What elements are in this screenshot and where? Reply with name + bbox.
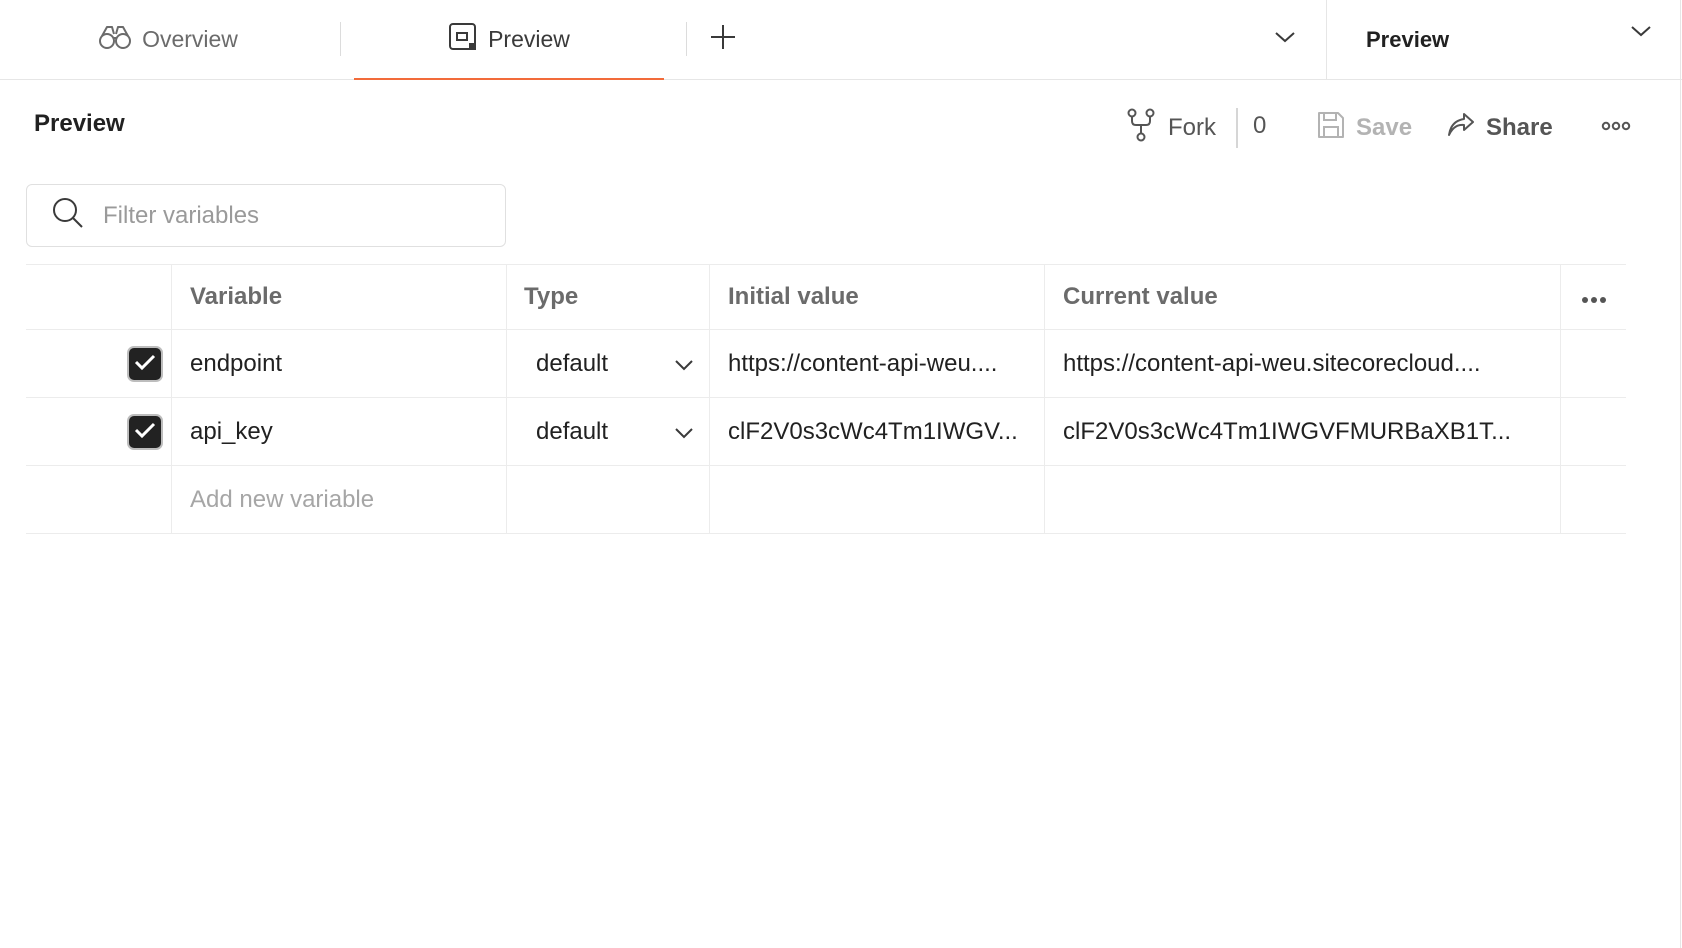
chevron-down-icon xyxy=(674,418,694,446)
share-label: Share xyxy=(1486,114,1553,141)
save-label: Save xyxy=(1356,114,1413,141)
more-options-button[interactable] xyxy=(1598,112,1634,142)
search-icon xyxy=(51,196,85,235)
type-cell: default xyxy=(507,330,710,397)
fork-label: Fork xyxy=(1168,114,1216,141)
tabs-dropdown-button[interactable] xyxy=(1268,22,1302,56)
plus-icon xyxy=(710,24,736,55)
tab-divider xyxy=(686,22,687,56)
checkmark-icon xyxy=(134,418,156,446)
enable-variable-checkbox[interactable] xyxy=(127,345,163,382)
tab-overview[interactable]: Overview xyxy=(0,0,336,79)
column-header-type: Type xyxy=(507,265,710,329)
chevron-down-icon xyxy=(1274,30,1296,49)
column-header-initial-value: Initial value xyxy=(710,265,1045,329)
tab-preview-label: Preview xyxy=(488,26,570,52)
table-row: api_key default clF2V0s3cWc4Tm1IWGV... c… xyxy=(26,398,1626,466)
save-button[interactable]: Save xyxy=(1316,108,1412,148)
checkmark-icon xyxy=(134,350,156,378)
fork-button[interactable]: Fork xyxy=(1126,108,1216,148)
enable-variable-checkbox[interactable] xyxy=(127,413,163,450)
add-new-variable-input[interactable]: Add new variable xyxy=(172,466,507,533)
type-select[interactable]: default xyxy=(524,350,694,378)
row-spacer-cell xyxy=(1561,398,1626,465)
column-options-button[interactable] xyxy=(1561,265,1626,329)
type-select-value: default xyxy=(536,349,609,377)
add-variable-row: Add new variable xyxy=(26,466,1626,534)
type-select-value: default xyxy=(536,417,609,445)
filter-variables-field[interactable] xyxy=(26,184,506,247)
tab-preview[interactable]: Preview xyxy=(354,0,664,80)
tab-bar: Overview Preview Preview xyxy=(0,0,1682,80)
fork-icon xyxy=(1126,108,1156,149)
empty-cell xyxy=(710,466,1045,533)
type-cell: default xyxy=(507,398,710,465)
more-horizontal-icon xyxy=(1601,118,1631,136)
empty-cell xyxy=(507,466,710,533)
row-spacer-cell xyxy=(1561,330,1626,397)
environment-selector-label: Preview xyxy=(1366,26,1450,52)
column-header-current-value: Current value xyxy=(1045,265,1561,329)
current-value-cell[interactable]: clF2V0s3cWc4Tm1IWGVFMURBaXB1T... xyxy=(1045,398,1561,465)
fork-count[interactable]: 0 xyxy=(1253,112,1266,140)
share-icon xyxy=(1446,111,1476,146)
row-spacer-cell xyxy=(1561,466,1626,533)
chevron-down-icon xyxy=(1630,24,1652,43)
share-button[interactable]: Share xyxy=(1446,108,1553,148)
new-tab-button[interactable] xyxy=(706,20,740,58)
divider xyxy=(1236,108,1238,148)
table-header-row: Variable Type Initial value Current valu… xyxy=(26,264,1626,330)
row-checkbox-cell xyxy=(26,398,172,465)
initial-value-cell[interactable]: https://content-api-weu.... xyxy=(710,330,1045,397)
current-value-cell[interactable]: https://content-api-weu.sitecorecloud...… xyxy=(1045,330,1561,397)
active-tab-indicator xyxy=(354,78,664,80)
more-horizontal-icon xyxy=(1581,283,1607,311)
chevron-down-icon xyxy=(674,350,694,378)
variables-table: Variable Type Initial value Current valu… xyxy=(26,264,1626,534)
page-title: Preview xyxy=(34,110,125,137)
header-checkbox-cell xyxy=(26,265,172,329)
divider xyxy=(1680,0,1681,948)
preview-icon xyxy=(448,22,478,58)
column-header-variable: Variable xyxy=(172,265,507,329)
tab-divider xyxy=(340,22,341,56)
environment-selector[interactable]: Preview xyxy=(1327,0,1682,79)
binoculars-icon xyxy=(98,24,132,56)
type-select[interactable]: default xyxy=(524,418,694,446)
filter-variables-input[interactable] xyxy=(103,201,463,230)
empty-cell xyxy=(1045,466,1561,533)
initial-value-cell[interactable]: clF2V0s3cWc4Tm1IWGV... xyxy=(710,398,1045,465)
save-icon xyxy=(1316,110,1346,147)
row-checkbox-cell xyxy=(26,330,172,397)
row-checkbox-cell xyxy=(26,466,172,533)
table-row: endpoint default https://content-api-weu… xyxy=(26,330,1626,398)
variable-name-cell[interactable]: endpoint xyxy=(172,330,507,397)
tab-overview-label: Overview xyxy=(142,26,238,52)
variable-name-cell[interactable]: api_key xyxy=(172,398,507,465)
